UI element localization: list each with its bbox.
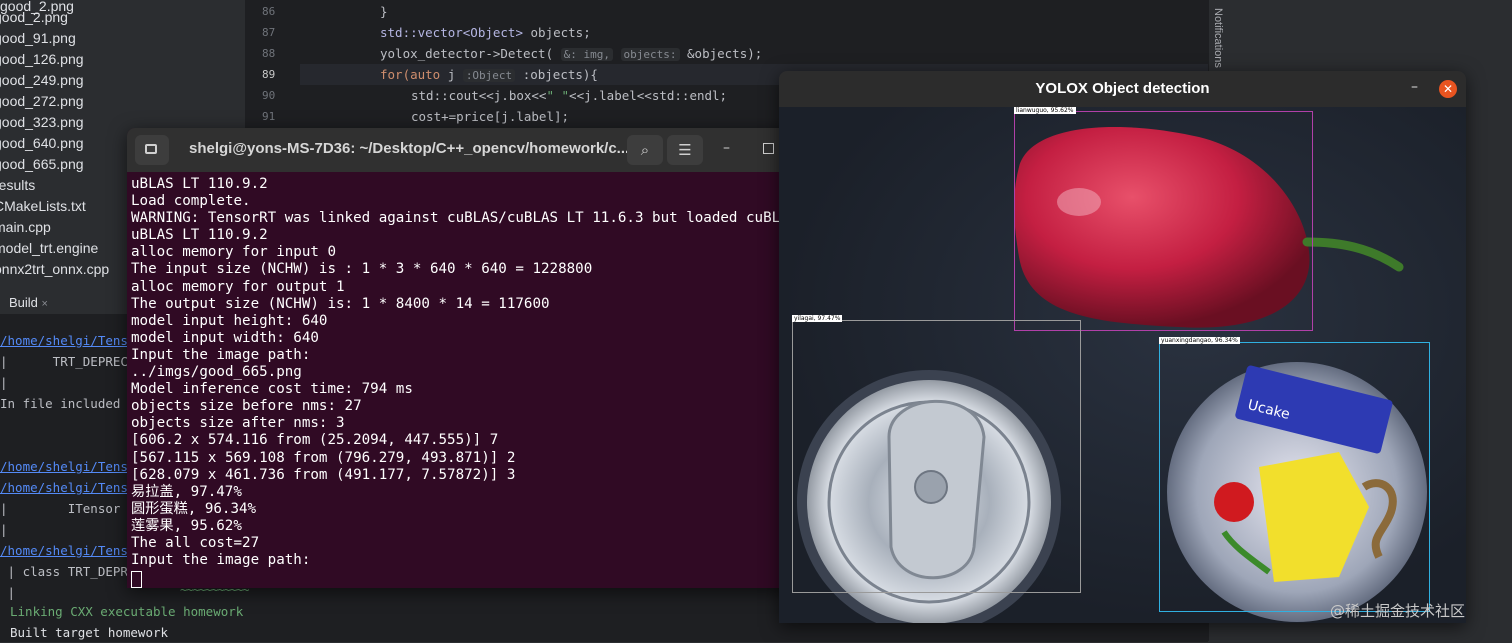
build-tab[interactable]: Build × bbox=[9, 295, 48, 310]
menu-button[interactable]: ☰ bbox=[667, 135, 703, 165]
file-name: good_323.png bbox=[0, 114, 84, 130]
code-text: yolox_detector->Detect( bbox=[380, 46, 554, 61]
minimize-button[interactable]: – bbox=[723, 140, 730, 156]
yolox-window[interactable]: YOLOX Object detection – ✕ Ucake lianwug… bbox=[779, 71, 1466, 623]
build-output-line: | bbox=[0, 585, 16, 600]
param-hint: objects: bbox=[620, 48, 680, 61]
terminal-icon bbox=[145, 144, 157, 154]
detection-box-yilagai bbox=[792, 320, 1081, 593]
code-text: j bbox=[440, 67, 456, 82]
search-icon: ⌕ bbox=[640, 141, 650, 159]
file-name: good_2.png bbox=[0, 9, 68, 25]
code-line: } bbox=[380, 1, 388, 22]
line-number: 90 bbox=[262, 89, 276, 102]
code-type: std::vector<Object> bbox=[380, 25, 523, 40]
code-line: std::cout<<j.box<<" "<<j.label<<std::end… bbox=[411, 85, 727, 106]
file-item[interactable]: good_272.png bbox=[0, 91, 84, 112]
code-text: std::cout<<j.box<< bbox=[411, 88, 547, 103]
close-icon: ✕ bbox=[1442, 82, 1454, 96]
maximize-button[interactable] bbox=[763, 143, 774, 154]
file-name: main.cpp bbox=[0, 219, 51, 235]
file-name: good_272.png bbox=[0, 93, 84, 109]
detection-label: lianwuguo, 95.62% bbox=[1014, 107, 1076, 114]
build-output-line: | bbox=[0, 375, 8, 390]
code-text: :objects){ bbox=[515, 67, 598, 82]
file-item[interactable]: good_2.png bbox=[0, 7, 68, 28]
file-name: good_91.png bbox=[0, 30, 76, 46]
yolox-title: YOLOX Object detection bbox=[1035, 80, 1210, 97]
line-number: 88 bbox=[262, 47, 276, 60]
file-name: good_126.png bbox=[0, 51, 84, 67]
new-tab-button[interactable] bbox=[135, 135, 169, 165]
file-item[interactable]: CMakeLists.txt bbox=[0, 196, 86, 217]
file-name: good_249.png bbox=[0, 72, 84, 88]
build-tab-label: Build bbox=[9, 295, 38, 310]
code-text: <<j.label<<std::endl; bbox=[569, 88, 728, 103]
file-name: good_640.png bbox=[0, 135, 84, 151]
file-name: onnx2trt_onnx.cpp bbox=[0, 261, 110, 277]
yolox-titlebar[interactable]: YOLOX Object detection – ✕ bbox=[779, 71, 1466, 107]
line-number: 89 bbox=[262, 68, 276, 81]
file-name: model_trt.engine bbox=[0, 240, 99, 256]
watermark-text: @稀土掘金技术社区 bbox=[1330, 602, 1466, 620]
type-hint: :Object bbox=[462, 69, 516, 82]
detection-box-lianwuguo bbox=[1014, 111, 1313, 331]
notifications-tab[interactable]: Notifications bbox=[1212, 8, 1224, 68]
file-name: results bbox=[0, 177, 36, 193]
terminal-title: shelgi@yons-MS-7D36: ~/Desktop/C++_openc… bbox=[189, 140, 630, 157]
detection-label: yilagai, 97.47% bbox=[792, 315, 843, 322]
file-name: good_665.png bbox=[0, 156, 84, 172]
code-line: for(auto j :Object :objects){ bbox=[380, 64, 598, 86]
detection-image: Ucake lianwuguo, 95.62% yilagai, 97.47% … bbox=[779, 107, 1466, 623]
close-button[interactable]: ✕ bbox=[1439, 80, 1457, 98]
file-name: CMakeLists.txt bbox=[0, 198, 86, 214]
code-line: yolox_detector->Detect( &: img, objects:… bbox=[380, 43, 762, 65]
detection-box-yuanxingdangao bbox=[1159, 342, 1430, 612]
code-line: cost+=price[j.label]; bbox=[411, 106, 569, 127]
build-output-line: | ITensor bbox=[0, 501, 121, 516]
close-icon[interactable]: × bbox=[42, 298, 48, 310]
code-text: &objects); bbox=[679, 46, 763, 61]
file-item[interactable]: main.cpp bbox=[0, 217, 51, 238]
file-item[interactable]: good_249.png bbox=[0, 70, 84, 91]
code-string: " " bbox=[546, 88, 570, 103]
file-item[interactable]: good_91.png bbox=[0, 28, 76, 49]
code-text: } bbox=[380, 4, 388, 19]
build-output-line: | bbox=[0, 522, 8, 537]
file-item[interactable]: good_665.png bbox=[0, 154, 84, 175]
code-text: objects; bbox=[523, 25, 591, 40]
line-number: 87 bbox=[262, 26, 276, 39]
param-hint: &: img, bbox=[560, 48, 613, 61]
file-item[interactable]: good_640.png bbox=[0, 133, 84, 154]
line-number: 86 bbox=[262, 5, 276, 18]
text-cursor bbox=[131, 571, 142, 588]
build-status-line: Built target homework bbox=[10, 625, 169, 640]
code-keyword: auto bbox=[410, 67, 441, 82]
minimize-button[interactable]: – bbox=[1411, 79, 1418, 95]
folder-item[interactable]: results bbox=[0, 175, 35, 196]
file-item[interactable]: onnx2trt_onnx.cpp bbox=[0, 259, 109, 280]
build-status-line: Linking CXX executable homework bbox=[10, 604, 244, 619]
detection-label: yuanxingdangao, 96.34% bbox=[1159, 337, 1240, 344]
code-keyword: for( bbox=[380, 67, 411, 82]
file-item[interactable]: good_323.png bbox=[0, 112, 84, 133]
search-button[interactable]: ⌕ bbox=[627, 135, 663, 165]
file-item[interactable]: model_trt.engine bbox=[0, 238, 98, 259]
code-line: std::vector<Object> objects; bbox=[380, 22, 591, 43]
line-number: 91 bbox=[262, 110, 276, 123]
code-text: cost+=price[j.label]; bbox=[411, 109, 570, 124]
file-item[interactable]: good_126.png bbox=[0, 49, 84, 70]
hamburger-icon: ☰ bbox=[678, 141, 692, 159]
